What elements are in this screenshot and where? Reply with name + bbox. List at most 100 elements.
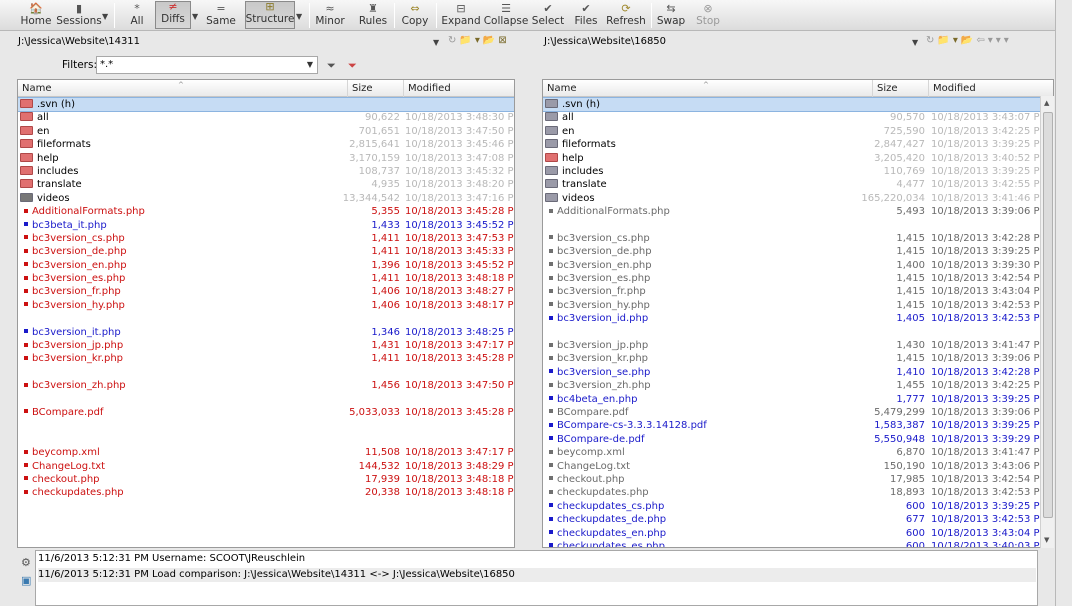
file-row[interactable]: BCompare-de.pdf 5,550,948 10/18/2013 3:39:… [543,433,1053,446]
scroll-down-icon[interactable]: ▼ [1044,536,1049,544]
log-gear-icon[interactable]: ⚙ [21,556,31,569]
folder-row[interactable]: videos 165,220,034 10/18/2013 3:41:46 PM [543,192,1053,205]
minor-button[interactable]: ≈ Minor [314,0,346,30]
file-row[interactable]: bc3version_zh.php 1,456 10/18/2013 3:47:50… [18,379,514,392]
file-row[interactable]: beycomp.xml 6,870 10/18/2013 3:41:47 PM [543,446,1053,459]
file-row[interactable]: ChangeLog.txt 144,532 10/18/2013 3:48:29 P… [18,460,514,473]
file-row[interactable]: bc3version_hy.php 1,406 10/18/2013 3:48:17… [18,299,514,312]
folder-row[interactable]: en 725,590 10/18/2013 3:42:25 PM [543,125,1053,138]
expand-button[interactable]: ⊟ Expand [441,0,480,30]
file-row[interactable]: checkupdates_en.php 600 10/18/2013 3:43:04… [543,527,1053,540]
file-row[interactable]: checkout.php 17,985 10/18/2013 3:42:54 PM [543,473,1053,486]
filter-funnel-icon[interactable]: ⏷ [327,59,336,73]
file-row[interactable]: bc3version_en.php 1,400 10/18/2013 3:39:30… [543,259,1053,272]
output-log[interactable]: 11/6/2013 5:12:31 PM Username: SCOOT\JRe… [35,550,1038,606]
file-row[interactable]: checkout.php 17,939 10/18/2013 3:48:18 PM [18,473,514,486]
show-diffs-button[interactable]: ≠ Diffs [155,0,191,29]
folder-row[interactable]: translate 4,477 10/18/2013 3:42:55 PM [543,178,1053,191]
file-row[interactable]: bc3version_kr.php 1,411 10/18/2013 3:45:28… [18,352,514,365]
file-row[interactable]: checkupdates_cs.php 600 10/18/2013 3:39:25… [543,500,1053,513]
diffs-dropdown-icon[interactable]: ▼ [192,12,198,21]
folder-row[interactable]: all 90,622 10/18/2013 3:48:30 PM [18,111,514,124]
file-row[interactable]: checkupdates.php 20,338 10/18/2013 3:48:18… [18,486,514,499]
stop-button[interactable]: ⊗ Stop [694,0,722,30]
file-row[interactable]: AdditionalFormats.php 5,493 10/18/2013 3:3… [543,205,1053,218]
file-row[interactable]: ChangeLog.txt 150,190 10/18/2013 3:43:06 P… [543,460,1053,473]
file-row[interactable]: bc4beta_en.php 1,777 10/18/2013 3:39:25 PM [543,393,1053,406]
folder-row[interactable]: .svn (h) [543,96,1053,113]
right-folder-pane[interactable]: Name ^ Size Modified .svn (h) all 90,570 10/… [542,79,1054,548]
folder-row[interactable]: includes 108,737 10/18/2013 3:45:32 PM [18,165,514,178]
size-column-header[interactable]: Size [873,80,929,97]
select-button[interactable]: ✔ Select [532,0,564,30]
swap-button[interactable]: ⇆ Swap [656,0,686,30]
file-row[interactable]: bc3version_hy.php 1,415 10/18/2013 3:42:53… [543,299,1053,312]
scroll-up-icon[interactable]: ▲ [1044,99,1049,107]
back-forward-icon[interactable]: ⇦▾▾▾ [976,35,1011,46]
modified-column-header[interactable]: Modified [929,80,1053,97]
history-icon[interactable]: ↻ [448,35,459,46]
name-column-header[interactable]: Name ^ [18,80,348,97]
right-path-dropdown-icon[interactable]: ▼ [912,38,918,47]
file-row[interactable]: beycomp.xml 11,508 10/18/2013 3:47:17 PM [18,446,514,459]
file-row[interactable]: bc3version_fr.php 1,406 10/18/2013 3:48:27… [18,285,514,298]
collapse-button[interactable]: ☰ Collapse [484,0,529,30]
modified-column-header[interactable]: Modified [404,80,514,97]
file-row[interactable]: checkupdates.php 18,893 10/18/2013 3:42:53… [543,486,1053,499]
right-path-input[interactable]: J:\Jessica\Website\16850 [542,34,912,49]
file-row[interactable]: bc3beta_it.php 1,433 10/18/2013 3:45:52 PM [18,219,514,232]
refresh-button[interactable]: ⟳ Refresh [606,0,646,30]
filter-input[interactable]: *.* ▼ [96,56,318,74]
show-same-button[interactable]: = Same [204,0,238,30]
right-path-icons[interactable]: ↻📁▾📂⇦▾▾▾ [926,35,1012,46]
folder-row[interactable]: translate 4,935 10/18/2013 3:48:20 PM [18,178,514,191]
folder-row[interactable]: help 3,205,420 10/18/2013 3:40:52 PM [543,152,1053,165]
file-row[interactable]: bc3version_zh.php 1,455 10/18/2013 3:42:25… [543,379,1053,392]
file-row[interactable]: bc3version_kr.php 1,415 10/18/2013 3:39:06… [543,352,1053,365]
folder-row[interactable]: includes 110,769 10/18/2013 3:39:25 PM [543,165,1053,178]
left-folder-pane[interactable]: Name ^ Size Modified .svn (h) all 90,622 10/… [17,79,515,548]
name-column-header[interactable]: Name ^ [543,80,873,97]
home-button[interactable]: 🏠 Home [18,0,54,30]
file-row[interactable]: bc3version_jp.php 1,431 10/18/2013 3:47:17… [18,339,514,352]
structure-button[interactable]: ⊞ Structure [245,0,295,29]
folder-row[interactable]: fileformats 2,847,427 10/18/2013 3:39:25 P… [543,138,1053,151]
log-save-icon[interactable]: ▣ [21,574,31,587]
history-icon[interactable]: ↻ [926,35,937,46]
file-row[interactable]: bc3version_jp.php 1,430 10/18/2013 3:41:47… [543,339,1053,352]
filter-dropdown-icon[interactable]: ▼ [307,57,313,73]
file-row[interactable]: bc3version_de.php 1,411 10/18/2013 3:45:33… [18,245,514,258]
file-row[interactable]: checkupdates_de.php 677 10/18/2013 3:42:53… [543,513,1053,526]
file-row[interactable]: checkupdates_es.php 600 10/18/2013 3:40:03… [543,540,1053,547]
file-row[interactable]: bc3version_id.php 1,405 10/18/2013 3:42:53… [543,312,1053,325]
file-row[interactable]: bc3version_de.php 1,415 10/18/2013 3:39:25… [543,245,1053,258]
sessions-button[interactable]: ▮ Sessions [56,0,102,30]
left-path-dropdown-icon[interactable]: ▼ [433,38,439,47]
folder-row[interactable]: en 701,651 10/18/2013 3:47:50 PM [18,125,514,138]
size-column-header[interactable]: Size [348,80,404,97]
file-row[interactable]: bc3version_cs.php 1,411 10/18/2013 3:47:53… [18,232,514,245]
file-row[interactable]: bc3version_es.php 1,411 10/18/2013 3:48:18… [18,272,514,285]
folder-row[interactable]: help 3,170,159 10/18/2013 3:47:08 PM [18,152,514,165]
folder-row[interactable]: all 90,570 10/18/2013 3:43:07 PM [543,111,1053,124]
file-row[interactable]: bc3version_es.php 1,415 10/18/2013 3:42:54… [543,272,1053,285]
files-button[interactable]: ✔ Files [572,0,600,30]
file-row[interactable]: bc3version_en.php 1,396 10/18/2013 3:45:52… [18,259,514,272]
sessions-dropdown-icon[interactable]: ▼ [102,12,108,21]
file-row[interactable]: bc3version_cs.php 1,415 10/18/2013 3:42:28… [543,232,1053,245]
vertical-scrollbar[interactable]: ▲ ▼ [1040,96,1054,548]
clear-filter-icon[interactable]: ⏷ [348,59,357,73]
show-all-button[interactable]: * All [124,0,150,30]
file-row[interactable]: bc3version_se.php 1,410 10/18/2013 3:42:28… [543,366,1053,379]
folder-row[interactable]: fileformats 2,815,641 10/18/2013 3:45:46 P… [18,138,514,151]
file-row[interactable]: BCompare.pdf 5,479,299 10/18/2013 3:39:06 … [543,406,1053,419]
file-row[interactable]: BCompare-cs-3.3.3.14128.pdf 1,583,387 10/1… [543,419,1053,432]
copy-button[interactable]: ⇔ Copy [401,0,429,30]
file-row[interactable]: bc3version_fr.php 1,415 10/18/2013 3:43:04… [543,285,1053,298]
file-row[interactable]: AdditionalFormats.php 5,355 10/18/2013 3:4… [18,205,514,218]
folder-row[interactable]: .svn (h) [18,96,514,113]
file-row[interactable]: bc3version_it.php 1,346 10/18/2013 3:48:25… [18,326,514,339]
file-row[interactable]: BCompare.pdf 5,033,033 10/18/2013 3:45:28 … [18,406,514,419]
rules-button[interactable]: ♜ Rules [358,0,388,30]
structure-dropdown-icon[interactable]: ▼ [296,12,302,21]
